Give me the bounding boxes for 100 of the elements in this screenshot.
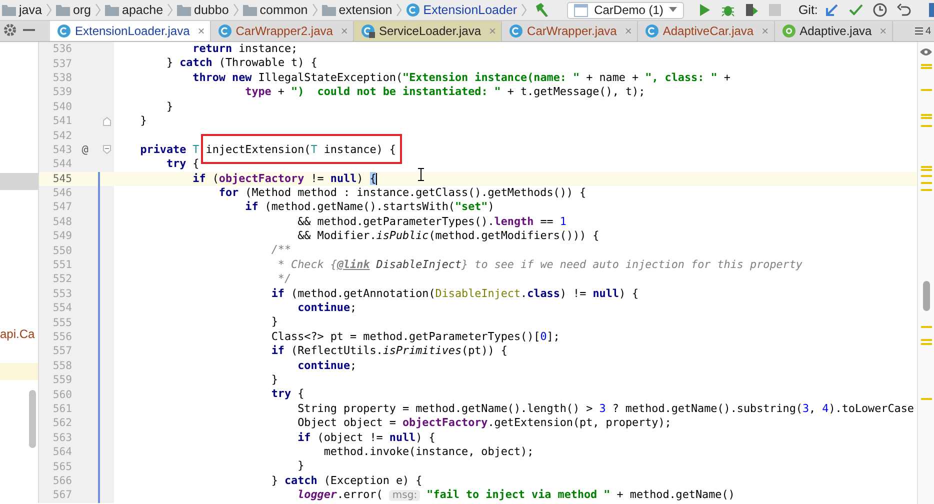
code-line: throw new IllegalStateException("Extension instance(name: " + name + ", class: " + bbox=[192, 70, 730, 84]
code-line: * Check {@link DisableInject} to see if we need auto injection for this property bbox=[276, 258, 802, 271]
error-stripe-mark[interactable] bbox=[921, 169, 932, 171]
class-icon bbox=[644, 24, 659, 38]
error-stripe-mark[interactable] bbox=[921, 114, 932, 116]
line-number: 553 bbox=[52, 288, 72, 300]
line-number: 557 bbox=[52, 345, 72, 358]
window-icon bbox=[574, 4, 588, 16]
line-number: 552 bbox=[52, 273, 72, 286]
error-stripe-mark[interactable] bbox=[921, 64, 932, 66]
code-line: if (method.getName().startsWith("set") bbox=[244, 200, 494, 214]
error-stripe-mark[interactable] bbox=[921, 189, 932, 191]
scrollbar-thumb[interactable] bbox=[923, 281, 930, 311]
code-line: Class<?> pt = method.getParameterTypes()[0]; bbox=[270, 330, 560, 343]
line-number: 545 bbox=[52, 172, 72, 185]
error-stripe-mark[interactable] bbox=[921, 339, 932, 341]
code-line: if (ReflectUtils.isPrimitives(pt)) { bbox=[270, 344, 508, 358]
error-stripe-mark[interactable] bbox=[921, 117, 932, 119]
highlight-box: injectExtension(T instance) { bbox=[200, 134, 402, 164]
breadcrumb-item[interactable]: apache bbox=[105, 3, 164, 17]
code-line: return instance; bbox=[192, 42, 298, 55]
line-number: 566 bbox=[52, 474, 72, 487]
fold-icon[interactable] bbox=[102, 116, 110, 126]
breadcrumb-item[interactable]: ExtensionLoader bbox=[406, 3, 518, 17]
tree-row[interactable] bbox=[0, 363, 38, 380]
folder-icon bbox=[105, 4, 120, 16]
close-button[interactable]: × bbox=[194, 24, 205, 38]
line-number: 560 bbox=[52, 388, 72, 401]
line-number: 543 bbox=[52, 144, 72, 156]
editor-tab[interactable]: Adaptive.java × bbox=[774, 21, 893, 41]
code-line: && method.getParameterTypes().length == 1 bbox=[296, 214, 566, 228]
code-line: } catch (Throwable t) { bbox=[165, 56, 318, 70]
line-number: 544 bbox=[52, 158, 72, 170]
code-line: } bbox=[296, 459, 304, 472]
breadcrumb-item[interactable]: dubbo bbox=[177, 3, 229, 17]
chevron-icon bbox=[312, 2, 318, 18]
line-number: 555 bbox=[52, 316, 72, 329]
code-line: } catch (Exception e) { bbox=[270, 474, 422, 487]
error-stripe-mark[interactable] bbox=[921, 125, 932, 127]
eye-icon[interactable] bbox=[920, 48, 932, 56]
line-number: 561 bbox=[52, 402, 72, 415]
error-stripe-mark[interactable] bbox=[921, 326, 932, 328]
code-line: /** bbox=[270, 243, 292, 256]
code-line: if (objectFactory != null) { bbox=[192, 172, 376, 185]
code-line: */ bbox=[276, 272, 292, 286]
code-line: method.invoke(instance, object); bbox=[322, 444, 534, 458]
folder-icon bbox=[242, 4, 257, 16]
chevron-icon bbox=[396, 2, 402, 18]
line-number: 551 bbox=[52, 259, 72, 272]
breadcrumb-item[interactable]: common bbox=[242, 3, 308, 17]
class-icon bbox=[406, 3, 420, 17]
git-label: Git: bbox=[798, 3, 818, 17]
code-line: } bbox=[270, 315, 278, 328]
folder-icon bbox=[177, 4, 192, 16]
text-cursor-icon bbox=[418, 168, 424, 181]
error-stripe-mark[interactable] bbox=[921, 398, 932, 400]
chevron-icon bbox=[521, 2, 528, 18]
run-config-dropdown[interactable]: CarDemo (1) bbox=[567, 2, 684, 18]
line-number: 546 bbox=[52, 187, 72, 200]
line-number: 565 bbox=[52, 460, 72, 473]
error-stripe-mark[interactable] bbox=[921, 175, 932, 177]
line-number: 563 bbox=[52, 432, 72, 444]
breadcrumb-item[interactable]: extension bbox=[322, 3, 392, 17]
code-line: private T bbox=[139, 142, 200, 156]
fold-icon[interactable] bbox=[102, 145, 110, 154]
line-number: 547 bbox=[52, 201, 72, 214]
error-stripe-mark[interactable] bbox=[921, 67, 932, 69]
code-line: for (Method method : instance.getClass().getMethods()) { bbox=[218, 186, 586, 199]
line-number: 542 bbox=[52, 130, 72, 142]
code-line: continue; bbox=[296, 301, 357, 314]
editor-tab[interactable]: ServiceLoader.java × bbox=[354, 21, 502, 41]
folder-icon bbox=[322, 4, 336, 16]
line-number: 558 bbox=[52, 360, 72, 372]
line-number: 537 bbox=[52, 58, 72, 70]
line-number: 562 bbox=[52, 417, 72, 430]
code-line: if (object != null) { bbox=[296, 430, 436, 444]
line-number: 564 bbox=[52, 446, 72, 458]
list-icon bbox=[915, 27, 924, 35]
line-number: 538 bbox=[52, 72, 72, 84]
class-icon bbox=[57, 24, 71, 38]
breadcrumb-item[interactable]: java bbox=[2, 3, 42, 17]
code-line: String property = method.getName().length() > 3 ? method.getName().substring(3, 4).toLowerCase bbox=[296, 402, 914, 415]
code-line: } bbox=[139, 114, 147, 127]
line-number: 567 bbox=[52, 489, 72, 502]
chevron-icon bbox=[167, 2, 174, 18]
scrollbar-thumb[interactable] bbox=[29, 390, 36, 448]
line-number: 556 bbox=[52, 331, 72, 343]
tab-list-button[interactable]: 4 bbox=[912, 22, 934, 40]
error-stripe-mark[interactable] bbox=[921, 343, 932, 345]
tree-row[interactable] bbox=[0, 173, 38, 190]
code-line: type + ") could not be instantiated: " + t.getMessage(), t); bbox=[244, 85, 646, 98]
error-stripe-mark[interactable] bbox=[921, 182, 932, 184]
editor-tab[interactable]: ExtensionLoader.java × bbox=[50, 21, 211, 41]
breadcrumb-item[interactable]: org bbox=[56, 3, 92, 17]
tree-row[interactable]: api.Ca bbox=[0, 326, 38, 343]
line-number: 541 bbox=[52, 115, 72, 128]
code-line: try { bbox=[270, 387, 304, 400]
error-stripe-mark[interactable] bbox=[921, 166, 932, 168]
gutter-mark[interactable]: @ bbox=[82, 143, 88, 156]
error-stripe-mark[interactable] bbox=[921, 89, 932, 91]
